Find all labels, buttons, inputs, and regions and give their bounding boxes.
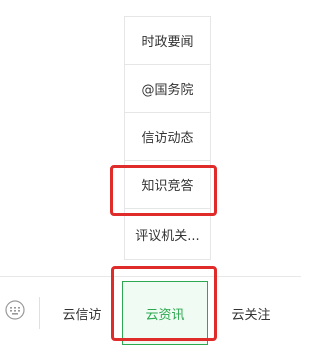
submenu-item-petition-updates[interactable]: 信访动态 bbox=[125, 113, 210, 161]
submenu-item-state-council[interactable]: @国务院 bbox=[125, 65, 210, 113]
nav-cloud-petition[interactable]: 云信访 bbox=[44, 277, 120, 348]
nav-cloud-follow[interactable]: 云关注 bbox=[212, 277, 290, 348]
highlight-box-cloud-news bbox=[111, 266, 217, 341]
highlight-box-knowledge-quiz bbox=[110, 165, 217, 216]
submenu-item-agency-review[interactable]: 评议机关... bbox=[125, 209, 210, 259]
submenu-popup: 时政要闻 @国务院 信访动态 知识竞答 评议机关... bbox=[124, 16, 211, 260]
keyboard-icon[interactable] bbox=[4, 297, 26, 323]
nav-divider bbox=[39, 297, 40, 329]
submenu-item-politics-news[interactable]: 时政要闻 bbox=[125, 17, 210, 65]
